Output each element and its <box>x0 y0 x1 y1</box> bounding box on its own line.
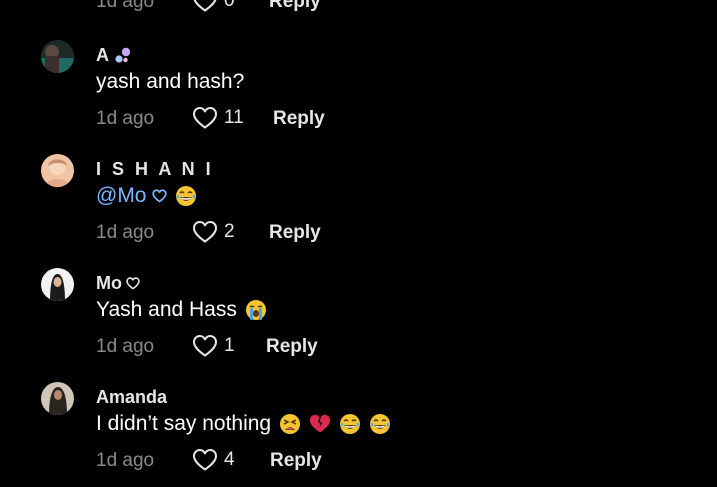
like-button[interactable]: 4 <box>192 448 235 472</box>
avatar[interactable] <box>41 154 74 187</box>
username[interactable]: Mo <box>96 273 140 294</box>
reply-button[interactable]: Reply <box>266 336 318 358</box>
like-count: 0 <box>224 0 235 11</box>
comment-body: yash and hash? <box>96 70 245 93</box>
timestamp: 1d ago <box>96 336 155 357</box>
timestamp: 1d ago <box>96 450 155 471</box>
comment-body: I didn’t say nothing <box>96 412 391 436</box>
comment-item: Amanda I didn’t say nothing 1d ago 4 Rep… <box>0 382 717 482</box>
comment-item: Mo Yash and Hass 1d ago 1 Reply <box>0 268 717 368</box>
timestamp: 1d ago <box>96 108 155 129</box>
heart-icon <box>192 448 218 472</box>
comment-body: @Mo <box>96 184 197 208</box>
comment-meta: 1d ago 0 Reply <box>96 0 456 15</box>
bubbles-icon <box>113 47 133 65</box>
tears-of-joy-emoji-icon <box>175 185 197 207</box>
comment-item: I S H A N I @Mo 1d ago 2 Reply <box>0 154 717 254</box>
reply-button[interactable]: Reply <box>269 222 321 244</box>
comment-meta: 1d ago 4 Reply <box>96 448 456 474</box>
avatar[interactable] <box>41 268 74 301</box>
like-count: 4 <box>224 449 235 470</box>
heart-outline-icon <box>126 277 140 290</box>
reply-button[interactable]: Reply <box>273 108 325 130</box>
like-count: 1 <box>224 335 235 356</box>
tears-of-joy-emoji-icon <box>369 413 391 435</box>
avatar[interactable] <box>41 382 74 415</box>
tears-of-joy-emoji-icon <box>339 413 361 435</box>
comment-thread: 1d ago 0 Reply A yash and hash? 1d ago 1… <box>0 0 717 487</box>
like-button[interactable]: 0 <box>192 0 235 13</box>
heart-icon <box>192 0 218 13</box>
timestamp: 1d ago <box>96 222 155 243</box>
avatar[interactable] <box>41 40 74 73</box>
comment-item: A yash and hash? 1d ago 11 Reply <box>0 40 717 140</box>
broken-heart-emoji-icon <box>309 413 331 435</box>
reply-button[interactable]: Reply <box>270 450 322 472</box>
mention-link[interactable]: @Mo <box>96 184 167 208</box>
heart-icon <box>192 220 218 244</box>
like-button[interactable]: 2 <box>192 220 235 244</box>
comment-meta: 1d ago 2 Reply <box>96 220 456 246</box>
loudly-crying-emoji-icon <box>245 299 267 321</box>
like-button[interactable]: 1 <box>192 334 235 358</box>
heart-outline-icon <box>151 189 167 203</box>
username[interactable]: A <box>96 45 133 66</box>
username[interactable]: I S H A N I <box>96 159 214 180</box>
comment-meta: 1d ago 1 Reply <box>96 334 456 360</box>
timestamp: 1d ago <box>96 0 155 12</box>
like-count: 11 <box>224 107 244 128</box>
reply-button[interactable]: Reply <box>269 0 321 13</box>
comment-meta: 1d ago 11 Reply <box>96 106 456 132</box>
heart-icon <box>192 334 218 358</box>
like-button[interactable]: 11 <box>192 106 244 130</box>
heart-icon <box>192 106 218 130</box>
comment-body: Yash and Hass <box>96 298 267 322</box>
comment-partial: 1d ago 0 Reply <box>0 0 717 23</box>
tired-face-emoji-icon <box>279 413 301 435</box>
username[interactable]: Amanda <box>96 387 167 408</box>
like-count: 2 <box>224 221 235 242</box>
